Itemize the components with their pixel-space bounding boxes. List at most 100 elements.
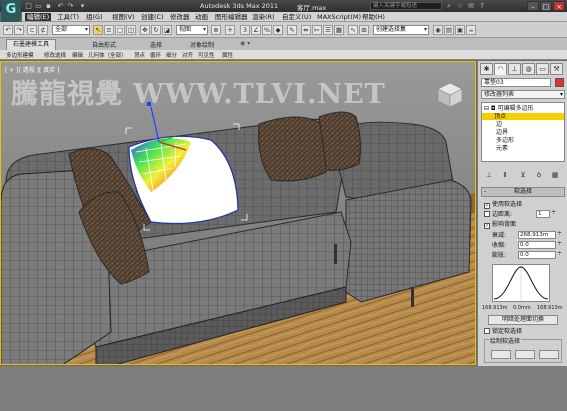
mirror-icon[interactable]: ⇹ <box>301 25 311 35</box>
menu-edit[interactable]: 编辑(E) <box>25 13 52 21</box>
stack-item-border[interactable]: 边界 <box>496 129 508 136</box>
rendered-frame-icon[interactable]: ▣ <box>455 25 465 35</box>
help-icon[interactable]: ? <box>478 2 486 10</box>
create-tab-icon[interactable]: ✱ <box>480 63 493 75</box>
link-icon[interactable]: ⊂ <box>27 25 37 35</box>
viewport-label[interactable]: [ + ][ 透视 ][ 真实 ] <box>5 65 60 74</box>
menu-rendering[interactable]: 渲染(R) <box>252 13 275 21</box>
remove-modifier-icon[interactable]: ꝺ <box>533 170 545 180</box>
object-name-field[interactable]: 靠垫03 <box>481 78 551 87</box>
percent-snap-icon[interactable]: % <box>262 25 272 35</box>
menu-tools[interactable]: 工具(T) <box>57 13 79 21</box>
menu-maxscript[interactable]: MAXScript(M) <box>317 13 361 21</box>
display-tab-icon[interactable]: ▭ <box>536 63 549 75</box>
tab-selection[interactable]: 选择 <box>150 40 162 49</box>
menu-customize[interactable]: 自定义(U) <box>282 13 311 21</box>
pin-stack-icon[interactable]: ⊥ <box>483 170 495 180</box>
viewcube-icon[interactable] <box>435 81 465 109</box>
manipulate-icon[interactable]: ✛ <box>225 25 235 35</box>
blur-button[interactable] <box>515 350 535 359</box>
snap-toggle-icon[interactable]: 3 <box>240 25 250 35</box>
layer-manager-icon[interactable]: ☰ <box>323 25 333 35</box>
spinner-snap-icon[interactable]: ◆ <box>273 25 283 35</box>
perspective-viewport[interactable]: 騰龍視覺 WWW.TLVI.NET [ + ][ 透视 ][ 真实 ] <box>0 61 476 365</box>
save-icon[interactable]: ▪ <box>44 2 53 10</box>
menu-group[interactable]: 组(G) <box>86 13 103 21</box>
undo-icon[interactable]: ↶ <box>56 2 65 10</box>
open-file-icon[interactable]: ▭ <box>34 2 43 10</box>
stack-root-editable-poly[interactable]: ⊟ ◘ 可编辑多边形 <box>484 105 534 112</box>
make-unique-icon[interactable]: ⊻ <box>517 170 529 180</box>
ribbon-options-icon[interactable]: ◉ ▾ <box>240 40 250 47</box>
show-end-result-icon[interactable]: Ⅱ <box>499 170 511 180</box>
pivot-center-icon[interactable]: ⊕ <box>211 25 221 35</box>
edge-distance-checkbox[interactable]: 边距离: <box>484 211 512 218</box>
affect-backfacing-checkbox[interactable]: ✓ 影响背面 <box>484 221 516 229</box>
stack-item-element[interactable]: 元素 <box>496 145 508 152</box>
named-selection-set-dropdown[interactable]: 创建选择集 <box>373 25 429 35</box>
motion-tab-icon[interactable]: ◍ <box>522 63 535 75</box>
use-soft-selection-checkbox[interactable]: ✓ 使用软选择 <box>484 201 522 209</box>
object-color-swatch[interactable] <box>555 78 564 87</box>
schematic-view-icon[interactable]: ⊞ <box>359 25 369 35</box>
rect-selection-icon[interactable]: □ <box>115 25 125 35</box>
reference-coord-dropdown[interactable]: 视图 <box>176 25 208 35</box>
move-icon[interactable]: ✥ <box>140 25 150 35</box>
stack-item-edge[interactable]: 边 <box>496 121 502 128</box>
menu-graph-editors[interactable]: 图形编辑器 <box>215 13 248 21</box>
modify-tab-icon[interactable]: ◠ <box>494 63 507 75</box>
unlink-icon[interactable]: ⊄ <box>38 25 48 35</box>
paint-button[interactable] <box>491 350 511 359</box>
ribbon-polygon-modeling[interactable]: 多边形建模 <box>6 51 34 59</box>
ribbon-subdivision[interactable]: 细分 <box>166 51 177 59</box>
menu-modifiers[interactable]: 修改器 <box>170 13 190 21</box>
select-object-icon[interactable]: ↖ <box>93 25 103 35</box>
selection-filter-dropdown[interactable]: 全部 <box>52 25 90 35</box>
app-logo-button[interactable]: G <box>1 0 21 22</box>
ribbon-loops[interactable]: 循环 <box>150 51 161 59</box>
menu-views[interactable]: 视图(V) <box>112 13 135 21</box>
edit-named-selection-icon[interactable]: ✎ <box>287 25 297 35</box>
search-input[interactable]: 键入关键字或短语 <box>370 2 442 10</box>
hierarchy-tab-icon[interactable]: ⊥ <box>508 63 521 75</box>
ribbon-geometry-all[interactable]: 几何体（全部） <box>88 51 127 59</box>
edge-distance-spinner[interactable]: 1 <box>536 210 556 218</box>
select-by-name-icon[interactable]: ≡ <box>104 25 114 35</box>
scale-icon[interactable]: ◪ <box>162 25 172 35</box>
hold-icon[interactable]: ▾ <box>78 2 87 10</box>
ribbon-properties[interactable]: 属性 <box>222 51 233 59</box>
pinch-spinner[interactable]: 0.0 <box>518 241 562 249</box>
tab-graphite-modeling[interactable]: 石墨建模工具 <box>6 39 57 50</box>
close-button[interactable]: × <box>553 1 565 11</box>
shaded-face-toggle-button[interactable]: 明暗处理面切换 <box>488 315 558 325</box>
menu-create[interactable]: 创建(C) <box>141 13 164 21</box>
ribbon-align[interactable]: 对齐 <box>182 51 193 59</box>
bubble-spinner[interactable]: 0.0 <box>518 251 562 259</box>
new-file-icon[interactable]: □ <box>24 2 33 10</box>
maximize-button[interactable]: □ <box>540 1 552 11</box>
ribbon-edit[interactable]: 编辑 <box>72 51 83 59</box>
redo-icon[interactable]: ↷ <box>14 25 24 35</box>
falloff-spinner[interactable]: 268.913m <box>518 231 562 239</box>
ribbon-vertices[interactable]: 顶点 <box>134 51 145 59</box>
search-icon[interactable]: ⌕ <box>445 2 453 10</box>
graphite-toggle-icon[interactable]: ▦ <box>334 25 344 35</box>
utilities-tab-icon[interactable]: ⚒ <box>550 63 563 75</box>
curve-editor-icon[interactable]: ∿ <box>348 25 358 35</box>
soft-selection-rollout-header[interactable]: - 软选择 <box>481 187 565 197</box>
communication-icon[interactable]: ✉ <box>467 2 475 10</box>
minimize-button[interactable]: – <box>527 1 539 11</box>
stack-item-vertex[interactable]: 顶点 <box>482 113 564 120</box>
modifier-list-dropdown[interactable]: 修改器列表 <box>481 90 565 99</box>
window-crossing-icon[interactable]: ◫ <box>126 25 136 35</box>
material-editor-icon[interactable]: ◉ <box>433 25 443 35</box>
lock-soft-selection-checkbox[interactable]: 锁定软选择 <box>484 328 522 335</box>
redo-icon[interactable]: ↷ <box>66 2 75 10</box>
ribbon-visibility[interactable]: 可见性 <box>198 51 215 59</box>
tab-object-paint[interactable]: 对象绘制 <box>190 40 214 49</box>
rotate-icon[interactable]: ↻ <box>151 25 161 35</box>
configure-modifier-sets-icon[interactable]: ▦ <box>549 170 561 180</box>
subscription-icon[interactable]: ☆ <box>456 2 464 10</box>
menu-animation[interactable]: 动画 <box>195 13 208 21</box>
render-setup-icon[interactable]: ▤ <box>444 25 454 35</box>
